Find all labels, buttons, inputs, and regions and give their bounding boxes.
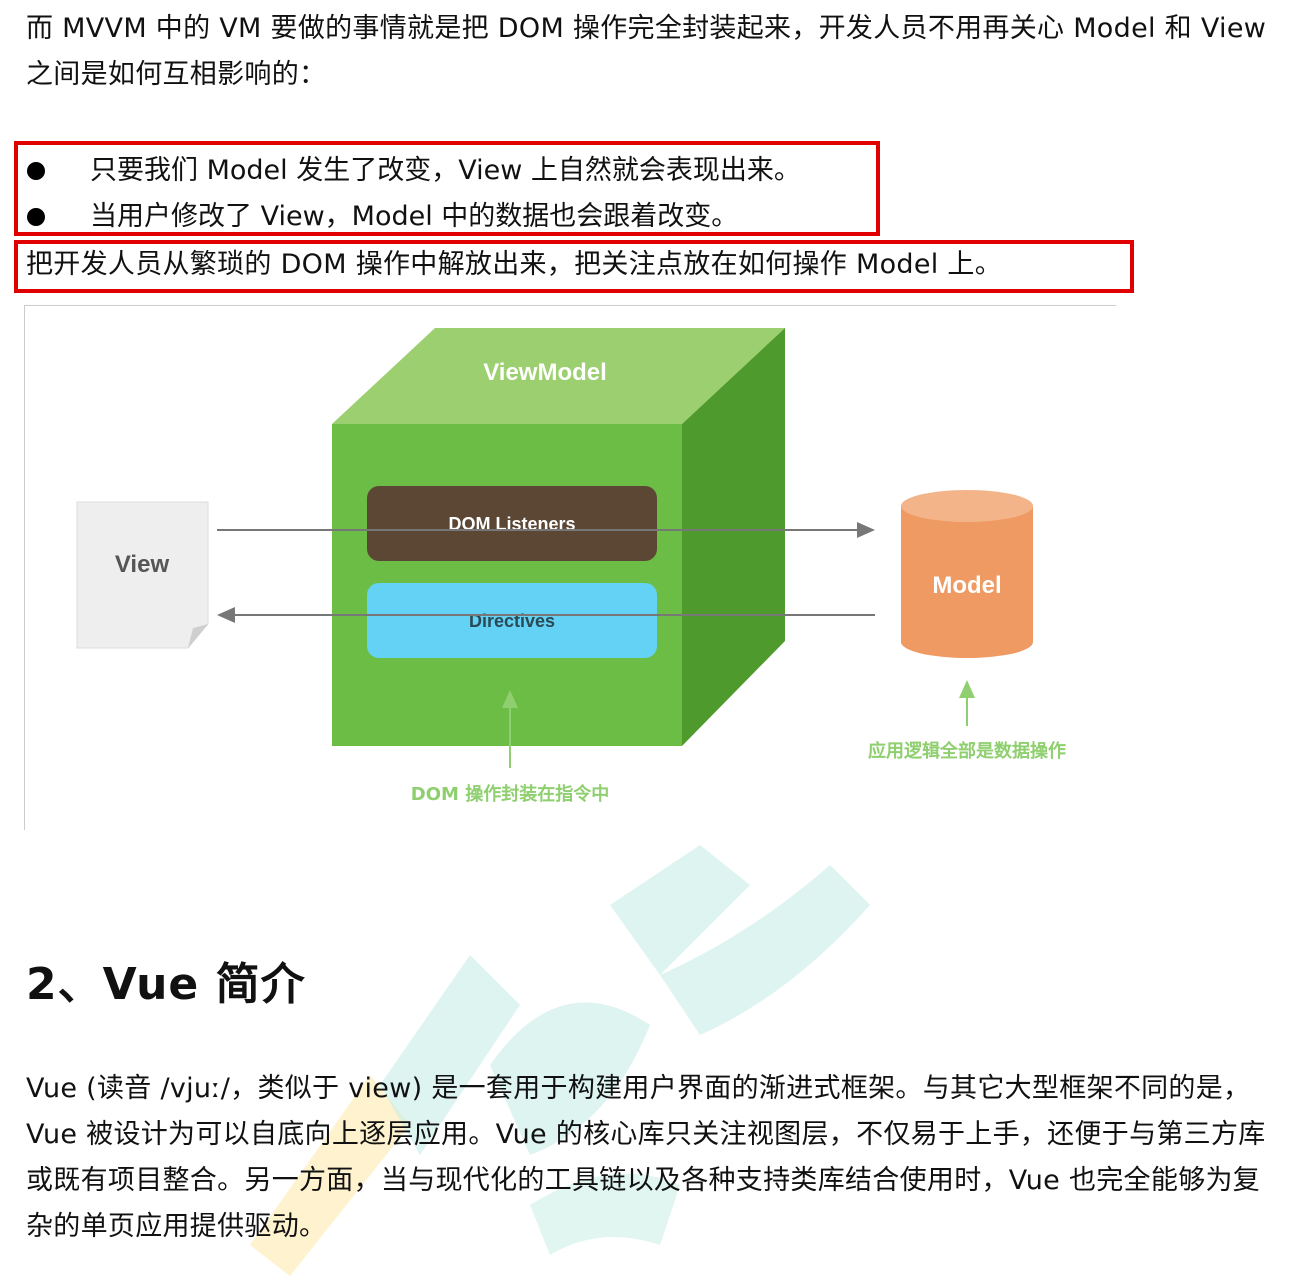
bullet-icon [27,208,45,226]
list-item: 当用户修改了 View，Model 中的数据也会跟着改变。 [26,194,738,240]
dom-listeners-bar: DOM Listeners [367,486,657,561]
model-caption: 应用逻辑全部是数据操作 [868,740,1066,762]
model-cylinder: Model [901,490,1033,658]
document-page: 而 MVVM 中的 VM 要做的事情就是把 DOM 操作完全封装起来，开发人员不… [0,0,1298,1276]
bullet-text: 只要我们 Model 发生了改变，View 上自然就会表现出来。 [90,155,801,186]
summary-paragraph: 把开发人员从繁琐的 DOM 操作中解放出来，把关注点放在如何操作 Model 上… [26,249,1003,280]
bullet-text: 当用户修改了 View，Model 中的数据也会跟着改变。 [90,201,739,232]
view-label: View [115,551,170,578]
model-label: Model [932,572,1001,599]
viewmodel-label: ViewModel [483,359,607,386]
bullet-icon [27,162,45,180]
intro-paragraph: 而 MVVM 中的 VM 要做的事情就是把 DOM 操作完全封装起来，开发人员不… [26,13,1267,90]
vue-intro-paragraph: Vue (读音 /vjuː/，类似于 view) 是一套用于构建用户界面的渐进式… [26,1073,1266,1242]
list-item: 只要我们 Model 发生了改变，View 上自然就会表现出来。 [26,148,801,194]
section-heading: 2、Vue 简介 [26,959,306,1010]
dom-caption: DOM 操作封装在指令中 [411,783,609,805]
view-document: View [76,501,209,649]
directives-bar: Directives [367,583,657,658]
mvvm-diagram-svg: View ViewModel DOM Listeners Directives [76,328,1066,805]
mvvm-diagram: View ViewModel DOM Listeners Directives [24,305,1116,830]
